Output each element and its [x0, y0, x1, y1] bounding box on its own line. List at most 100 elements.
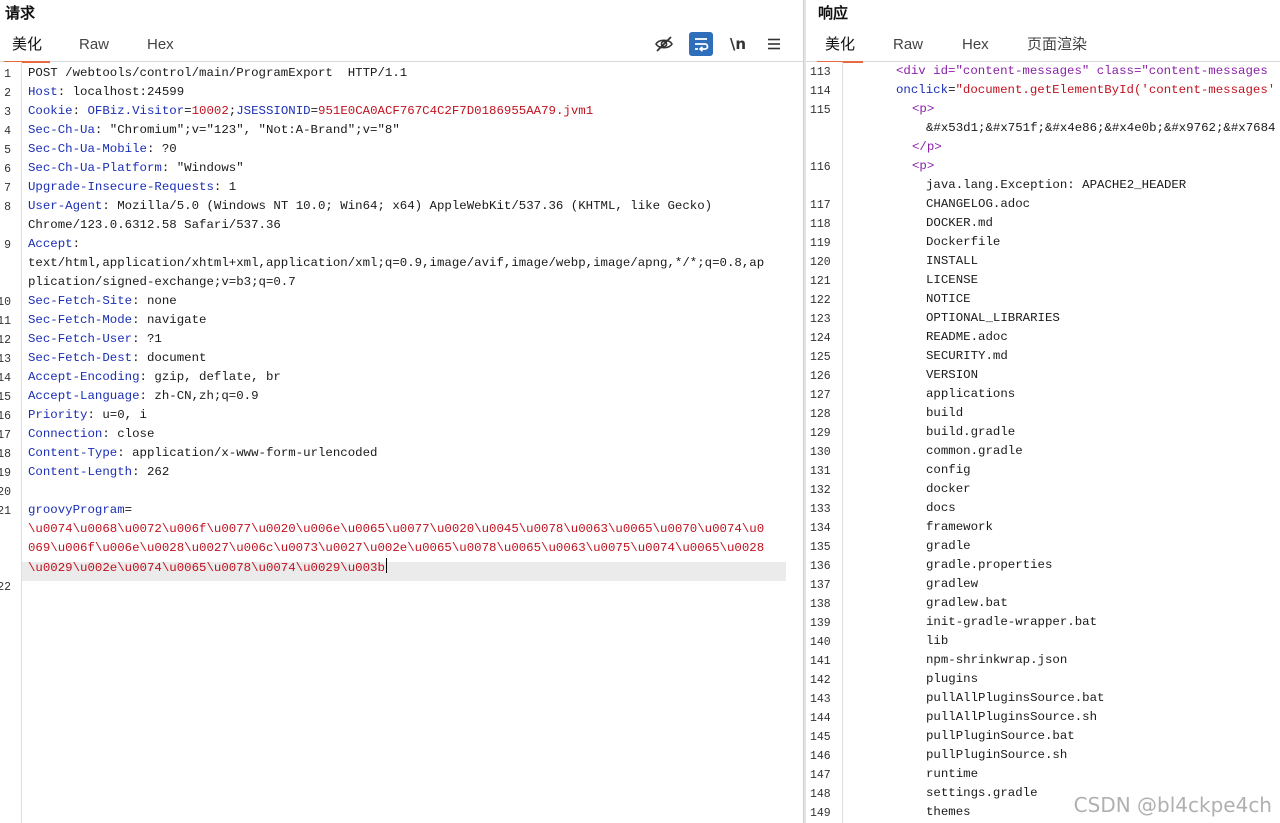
header-key: Sec-Fetch-Mode	[28, 313, 133, 327]
header-line: Accept-Encoding: gzip, deflate, br	[28, 370, 281, 384]
request-tab-hex[interactable]: Hex	[147, 28, 174, 62]
header-line: Accept:	[28, 237, 81, 251]
html-tag: <div id="content-messages" class="conten…	[896, 64, 1268, 78]
line-number: 132	[810, 484, 831, 497]
header-line: Accept-Language: zh-CN,zh;q=0.9	[28, 389, 259, 403]
header-value: none	[146, 294, 177, 308]
hide-nonprinting-icon[interactable]	[652, 32, 676, 56]
header-value: 262	[146, 465, 170, 479]
line-number: 136	[810, 560, 831, 573]
request-pane: 请求 美化 Raw Hex \n 1 2 3 4 5 6 7 8 9 10 11	[0, 0, 803, 823]
file-list-item: init-gradle-wrapper.bat	[926, 615, 1098, 629]
header-value: ?1	[146, 332, 162, 346]
response-tab-hex[interactable]: Hex	[962, 28, 989, 62]
line-number: 130	[810, 446, 831, 459]
html-tag: <p>	[912, 159, 935, 173]
request-tab-raw[interactable]: Raw	[79, 28, 109, 62]
file-list-item: settings.gradle	[926, 786, 1038, 800]
header-key: Sec-Ch-Ua	[28, 123, 95, 137]
line-number: 14	[0, 372, 11, 385]
line-number: 17	[0, 429, 11, 442]
header-value-wrap: Chrome/123.0.6312.58 Safari/537.36	[28, 218, 281, 232]
request-tab-pretty[interactable]: 美化	[3, 28, 51, 63]
cookie-value: 10002	[191, 104, 229, 118]
line-number: 16	[0, 410, 11, 423]
text-caret	[385, 558, 388, 573]
line-number: 149	[810, 807, 831, 820]
header-line: Sec-Ch-Ua-Mobile: ?0	[28, 142, 177, 156]
file-list-item: docs	[926, 501, 956, 515]
response-tab-pretty[interactable]: 美化	[816, 28, 864, 63]
file-list-item: pullPluginSource.sh	[926, 748, 1068, 762]
line-number: 18	[0, 448, 11, 461]
file-list-item: README.adoc	[926, 330, 1008, 344]
code-line: <div id="content-messages" class="conten…	[896, 62, 1268, 81]
line-number: 118	[810, 218, 831, 231]
header-value: application/x-www-form-urlencoded	[132, 446, 378, 460]
file-list-item: lib	[926, 634, 949, 648]
line-number: 128	[810, 408, 831, 421]
html-attr-value: "document.getElementById('content-messag…	[955, 83, 1276, 97]
response-line-numbers: 113 114 115 116 117 118 119 120 121 122 123 124 125 1…	[806, 62, 843, 823]
code-line: onclick="document.getElementById('conten…	[896, 83, 1276, 97]
request-line-numbers: 1 2 3 4 5 6 7 8 9 10 11 12 13 14 15 16 1…	[0, 62, 22, 823]
line-number: 120	[810, 256, 831, 269]
response-tab-raw[interactable]: Raw	[893, 28, 923, 62]
response-editor[interactable]: 113 114 115 116 117 118 119 120 121 122 123 124 125 1…	[806, 62, 1280, 823]
file-list-item: gradle	[926, 539, 971, 553]
header-value: "Chromium";v="123", "Not:A-Brand";v="8"	[109, 123, 400, 137]
body-value-line: \u0029\u002e\u0074\u0065\u0078\u0074\u00…	[28, 558, 388, 577]
header-line: Sec-Fetch-Mode: navigate	[28, 313, 207, 327]
header-line: Content-Length: 262	[28, 465, 170, 479]
line-number: 11	[0, 315, 11, 328]
line-number: 144	[810, 712, 831, 725]
line-number: 147	[810, 769, 831, 782]
line-number: 4	[4, 125, 11, 138]
line-number: 119	[810, 237, 831, 250]
file-list-item: VERSION	[926, 368, 979, 382]
file-list-item: DOCKER.md	[926, 216, 993, 230]
cookie-name: JSESSIONID	[236, 104, 311, 118]
line-number: 139	[810, 617, 831, 630]
header-value: "Windows"	[176, 161, 244, 175]
line-number: 125	[810, 351, 831, 364]
line-number: 22	[0, 581, 11, 594]
cookie-name: OFBiz.Visitor	[87, 104, 185, 118]
line-number: 20	[0, 486, 11, 499]
header-key: Sec-Fetch-User	[28, 332, 133, 346]
file-list-item: config	[926, 463, 971, 477]
code-line: java.lang.Exception: APACHE2_HEADER	[926, 178, 1187, 192]
line-number: 126	[810, 370, 831, 383]
line-number: 124	[810, 332, 831, 345]
line-number: 9	[4, 239, 11, 252]
line-number: 142	[810, 674, 831, 687]
response-tab-render[interactable]: 页面渲染	[1027, 28, 1087, 62]
header-key: Content-Length	[28, 465, 133, 479]
request-editor[interactable]: 1 2 3 4 5 6 7 8 9 10 11 12 13 14 15 16 1…	[0, 62, 803, 823]
file-list-item: framework	[926, 520, 993, 534]
show-newlines-icon[interactable]: \n	[726, 32, 750, 56]
wrap-lines-icon[interactable]	[689, 32, 713, 56]
request-title: 请求	[5, 5, 36, 22]
header-line: Host: localhost:24599	[28, 85, 185, 99]
header-line: Cookie: OFBiz.Visitor=10002;JSESSIONID=9…	[28, 104, 594, 118]
html-attr-name: onclick	[896, 83, 949, 97]
response-tabbar: 美化 Raw Hex 页面渲染	[806, 28, 1280, 63]
line-number: 145	[810, 731, 831, 744]
menu-icon[interactable]	[762, 32, 786, 56]
line-number: 127	[810, 389, 831, 402]
line-number: 122	[810, 294, 831, 307]
cookie-value: 951E0CA0ACF767C4C2F7D0186955AA79.jvm1	[318, 104, 594, 118]
header-value: 1	[228, 180, 237, 194]
line-number: 2	[4, 87, 11, 100]
line-number: 7	[4, 182, 11, 195]
line-number: 10	[0, 296, 11, 309]
line-number: 19	[0, 467, 11, 480]
request-tabbar: 美化 Raw Hex \n	[0, 28, 803, 63]
header-value-wrap: text/html,application/xhtml+xml,applicat…	[28, 256, 765, 270]
code-line: &#x53d1;&#x751f;&#x4e86;&#x4e0b;&#x9762;…	[926, 121, 1276, 135]
body-value-line: \u0074\u0068\u0072\u006f\u0077\u0020\u00…	[28, 520, 764, 539]
line-number: 148	[810, 788, 831, 801]
line-number: 13	[0, 353, 11, 366]
file-list-item: CHANGELOG.adoc	[926, 197, 1031, 211]
